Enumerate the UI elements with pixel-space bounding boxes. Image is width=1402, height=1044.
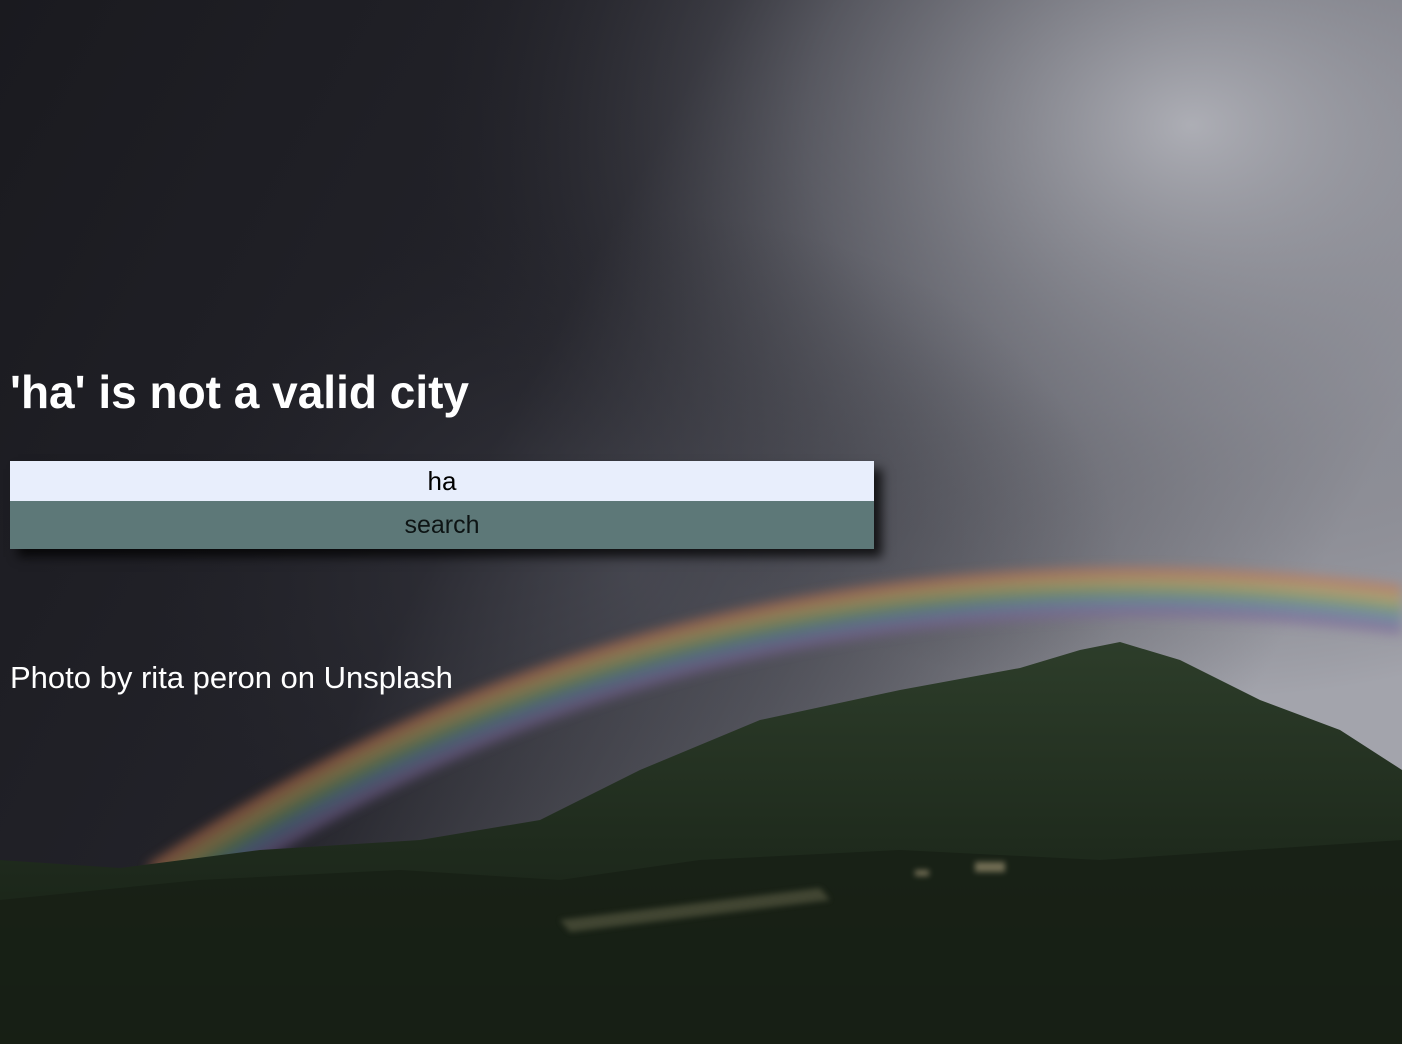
search-button[interactable]: search bbox=[10, 501, 874, 549]
search-form: search bbox=[10, 461, 874, 549]
error-message: 'ha' is not a valid city bbox=[10, 366, 470, 418]
photo-credit: Photo by rita peron on Unsplash bbox=[10, 660, 453, 695]
city-search-input[interactable] bbox=[10, 461, 874, 501]
